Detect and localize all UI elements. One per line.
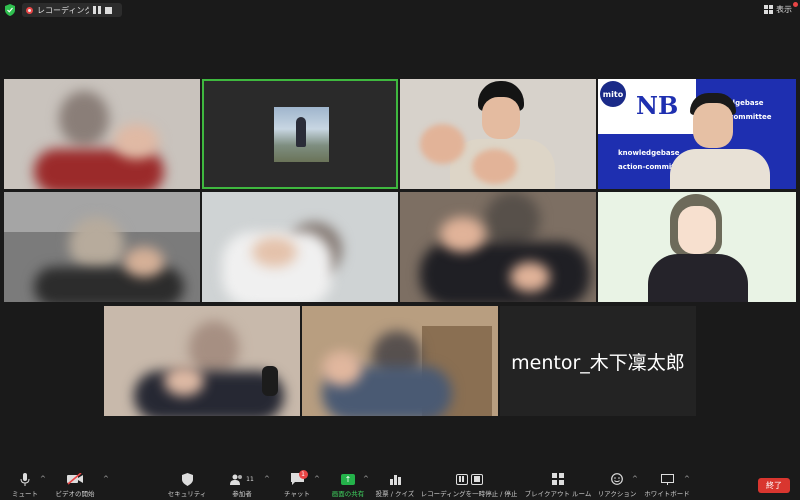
shield-icon[interactable] [5, 4, 15, 16]
meeting-toolbar: ミュート ^ ビデオの開始 ^ セキュリティ 11 参加者 ^ 1 チャット ^… [0, 470, 800, 500]
share-screen-icon: ↑ [341, 473, 355, 485]
nb-logo: NB [636, 91, 679, 120]
view-label: 表示 [776, 5, 792, 14]
grid-icon [764, 5, 773, 14]
recording-indicator[interactable]: レコーディング中... [22, 3, 122, 17]
chat-badge: 1 [298, 470, 308, 479]
video-tile-9[interactable] [104, 306, 300, 416]
notification-dot-icon [793, 2, 798, 7]
video-tile-10[interactable] [302, 306, 498, 416]
chevron-up-icon[interactable]: ^ [684, 475, 690, 483]
video-tile-7[interactable] [400, 192, 596, 302]
pause-icon [455, 473, 468, 485]
recording-label: レコーディング中... [37, 5, 89, 15]
participants-count: 11 [246, 475, 254, 483]
stop-icon[interactable] [105, 6, 112, 14]
blurred-face [59, 91, 109, 146]
record-dot-icon [26, 6, 33, 14]
microphone-icon [20, 472, 30, 486]
mito-logo: mito [600, 81, 626, 107]
video-off-icon [67, 472, 83, 486]
chat-icon: 1 [290, 470, 308, 486]
video-tile-6[interactable] [202, 192, 398, 302]
start-video-button[interactable]: ビデオの開始 [40, 472, 110, 498]
shield-icon [181, 472, 193, 486]
participants-icon: 11 [230, 472, 254, 486]
video-tile-11-mentor[interactable]: mentor_木下凜太郎 [500, 306, 696, 416]
top-bar: レコーディング中... 表示 [0, 0, 800, 20]
logo-text: knowledgebase [618, 149, 680, 157]
stop-icon [470, 473, 483, 485]
recording-pause-stop-button[interactable]: レコーディングを一時停止 / 停止 [421, 472, 517, 498]
participant-name: mentor_木下凜太郎 [511, 351, 685, 374]
video-tile-3[interactable] [400, 79, 596, 189]
video-tile-2-active-speaker[interactable] [202, 79, 398, 189]
profile-picture [274, 107, 329, 162]
end-meeting-button[interactable]: 終了 [758, 478, 790, 493]
view-button[interactable]: 表示 [764, 4, 792, 15]
video-tile-5[interactable] [4, 192, 200, 302]
video-tile-8[interactable] [598, 192, 796, 302]
whiteboard-icon [660, 472, 674, 486]
polls-button[interactable]: 投票 / クイズ [360, 472, 430, 498]
breakout-rooms-icon [552, 472, 564, 486]
smiley-icon [611, 472, 623, 486]
chevron-up-icon[interactable]: ^ [103, 475, 109, 483]
bar-chart-icon [389, 472, 401, 486]
video-tile-1[interactable] [4, 79, 200, 189]
pause-icon[interactable] [93, 6, 101, 14]
whiteboard-button[interactable]: ホワイトボード [632, 472, 702, 498]
video-tile-4[interactable]: mito NB knowledgebase action-committee k… [598, 79, 796, 189]
